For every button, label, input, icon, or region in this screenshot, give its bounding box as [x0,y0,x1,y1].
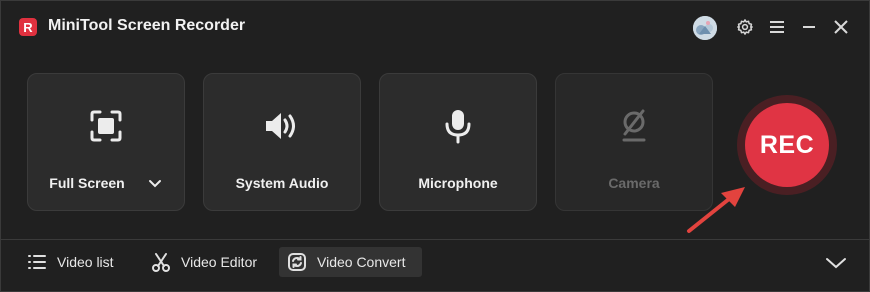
bottom-toolbar: Video list Video Editor Video Convert [1,240,869,291]
title-bar: R MiniTool Screen Recorder [1,1,869,53]
camera-off-icon [556,108,712,144]
video-convert-label: Video Convert [317,254,406,270]
collapse-chevron-icon[interactable] [823,250,849,276]
chevron-down-icon[interactable] [147,175,163,191]
fullscreen-icon [28,108,184,144]
app-logo: R [19,18,37,36]
gear-icon[interactable] [733,15,757,39]
video-list-label: Video list [57,254,114,270]
system-audio-label: System Audio [235,175,329,191]
list-icon [27,252,47,272]
record-button[interactable]: REC [745,103,829,187]
microphone-label: Microphone [418,175,498,191]
menu-icon[interactable] [765,15,789,39]
app-window: R MiniTool Screen Recorder Full Screen S… [0,0,870,292]
microphone-icon [380,108,536,144]
minimize-icon[interactable] [797,15,821,39]
annotation-arrow-icon [683,183,753,242]
full-screen-label: Full Screen [49,175,125,191]
system-audio-tile[interactable]: System Audio [203,73,361,211]
app-logo-letter: R [23,19,33,35]
close-icon[interactable] [829,15,853,39]
app-title: MiniTool Screen Recorder [48,17,246,34]
record-button-label: REC [759,130,815,159]
video-editor-label: Video Editor [181,254,258,270]
full-screen-tile[interactable]: Full Screen [27,73,185,211]
microphone-tile[interactable]: Microphone [379,73,537,211]
speaker-icon [204,108,360,144]
video-list-button[interactable]: Video list [19,247,122,277]
convert-icon [287,252,307,272]
video-convert-button[interactable]: Video Convert [279,247,422,277]
record-button-ring: REC [737,95,837,195]
scissors-icon [151,252,171,272]
avatar[interactable] [693,16,717,40]
video-editor-button[interactable]: Video Editor [143,247,265,277]
